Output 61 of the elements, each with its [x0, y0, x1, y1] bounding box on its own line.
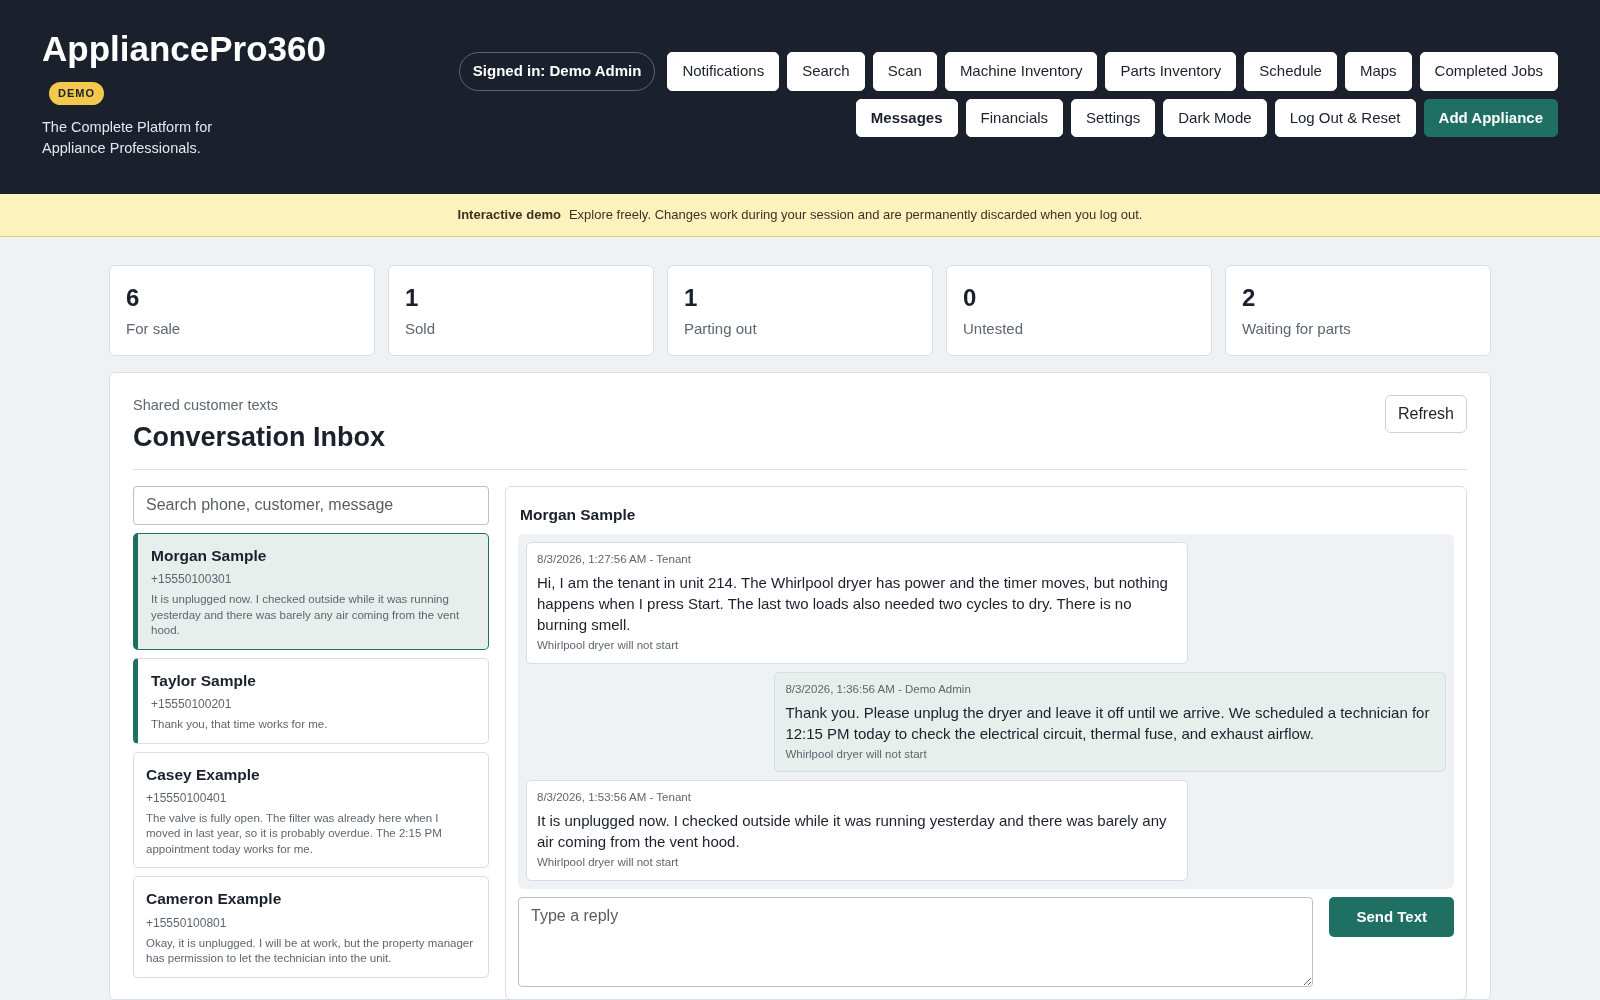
message-meta: 8/3/2026, 1:27:56 AM - Tenant	[537, 552, 692, 568]
banner-label: Interactive demo	[457, 207, 561, 222]
stat-value: 0	[963, 283, 978, 313]
contact-name: Morgan Sample	[151, 545, 268, 566]
contact-name: Cameron Example	[146, 889, 283, 910]
nav-button[interactable]: Dark Mode	[1163, 98, 1267, 137]
message-preview: Okay, it is unplugged. I will be at work, but the property manager has permission to let the technician into the unit.	[146, 935, 475, 967]
nav-button[interactable]: Financials	[965, 98, 1064, 137]
conversation-item[interactable]: Casey Example +15550100401 The valve is fully open. The filter was already here when I moved in last year, so it is probably overdue. The 2:15 PM appointment today works for me.	[133, 751, 489, 869]
reply-field[interactable]: Type a reply	[518, 897, 1314, 988]
demo-badge: DEMO	[49, 82, 104, 105]
nav-button[interactable]: Scan	[872, 52, 937, 91]
banner-text: Explore freely. Changes work during your session and are permanently discarded when you log out.	[568, 207, 1143, 222]
message-meta: 8/3/2026, 1:36:56 AM - Demo Admin	[785, 681, 972, 697]
section-eyebrow: Shared customer texts	[133, 395, 280, 415]
job-label: Whirlpool dryer will not start	[537, 638, 680, 654]
contact-phone: +15550100401	[146, 789, 228, 807]
section-title: Conversation Inbox	[133, 420, 386, 453]
search-field[interactable]: Search phone, customer, message	[133, 485, 489, 525]
message-text: It is unplugged now. I checked outside while it was running yesterday and there was barely any air coming from the vent hood.	[537, 811, 1168, 853]
nav-button[interactable]: Machine Inventory	[944, 52, 1098, 91]
stat-value: 1	[405, 283, 420, 313]
brand-title: AppliancePro360	[42, 28, 326, 70]
add-button[interactable]: Add Appliance	[1423, 98, 1558, 137]
stat-label: Parting out	[684, 319, 758, 340]
stat-value: 1	[684, 283, 699, 313]
thread-title: Morgan Sample	[520, 504, 637, 525]
nav-button[interactable]: Completed Jobs	[1419, 52, 1558, 91]
nav-button[interactable]: Parts Inventory	[1105, 52, 1237, 91]
contact-phone: +15550100301	[151, 571, 233, 589]
send-button[interactable]: Send Text	[1329, 896, 1454, 938]
message-preview: It is unplugged now. I checked outside while it was running yesterday and there was barely any air coming from the vent hood.	[151, 592, 461, 639]
stat-label: For sale	[126, 319, 182, 340]
nav-button[interactable]: Log Out & Reset	[1274, 98, 1416, 137]
job-label: Whirlpool dryer will not start	[537, 855, 680, 871]
nav-button[interactable]: Schedule	[1244, 52, 1337, 91]
message-text: Thank you. Please unplug the dryer and leave it off until we arrive. We scheduled a technician for 12:15 PM today to check the electrical circuit, thermal fuse, and exhaust airflow.	[785, 702, 1431, 744]
nav-button[interactable]: Messages	[855, 98, 958, 137]
stat-label: Untested	[963, 319, 1025, 340]
message-preview: Thank you, that time works for me.	[151, 717, 329, 732]
contact-name: Taylor Sample	[151, 670, 257, 691]
refresh-button[interactable]: Refresh	[1384, 394, 1467, 433]
stat-value: 2	[1242, 283, 1257, 313]
stat-value: 6	[126, 283, 141, 313]
contact-phone: +15550100801	[146, 914, 228, 932]
job-label: Whirlpool dryer will not start	[785, 746, 928, 762]
nav-button[interactable]: Search	[787, 52, 865, 91]
nav-button[interactable]: Notifications	[667, 52, 780, 91]
message-text: Hi, I am the tenant in unit 214. The Whirlpool dryer has power and the timer moves, but nothing happens when I press Start. The last two loads also needed two cycles to dry. There is no burning smell.	[537, 573, 1169, 636]
contact-name: Casey Example	[146, 764, 261, 785]
conversation-item[interactable]: Morgan Sample +15550100301 It is unplugged now. I checked outside while it was running yesterday and there was barely any air coming from the vent hood.	[133, 532, 489, 650]
message-meta: 8/3/2026, 1:53:56 AM - Tenant	[537, 790, 692, 806]
tagline: The Complete Platform for Appliance Professionals.	[42, 117, 214, 158]
nav-button[interactable]: Maps	[1344, 52, 1412, 91]
conversation-item[interactable]: Taylor Sample +15550100201 Thank you, that time works for me.	[133, 657, 489, 744]
stat-label: Waiting for parts	[1242, 319, 1352, 340]
nav-button[interactable]: Settings	[1071, 98, 1156, 137]
conversation-item[interactable]: Cameron Example +15550100801 Okay, it is unplugged. I will be at work, but the property manager has permission to let the technician into the unit.	[133, 876, 489, 978]
contact-phone: +15550100201	[151, 696, 233, 713]
message-preview: The valve is fully open. The filter was already here when I moved in last year, so it is probably overdue. The 2:15 PM appointment today works for me.	[146, 810, 443, 857]
stat-label: Sold	[405, 319, 437, 340]
